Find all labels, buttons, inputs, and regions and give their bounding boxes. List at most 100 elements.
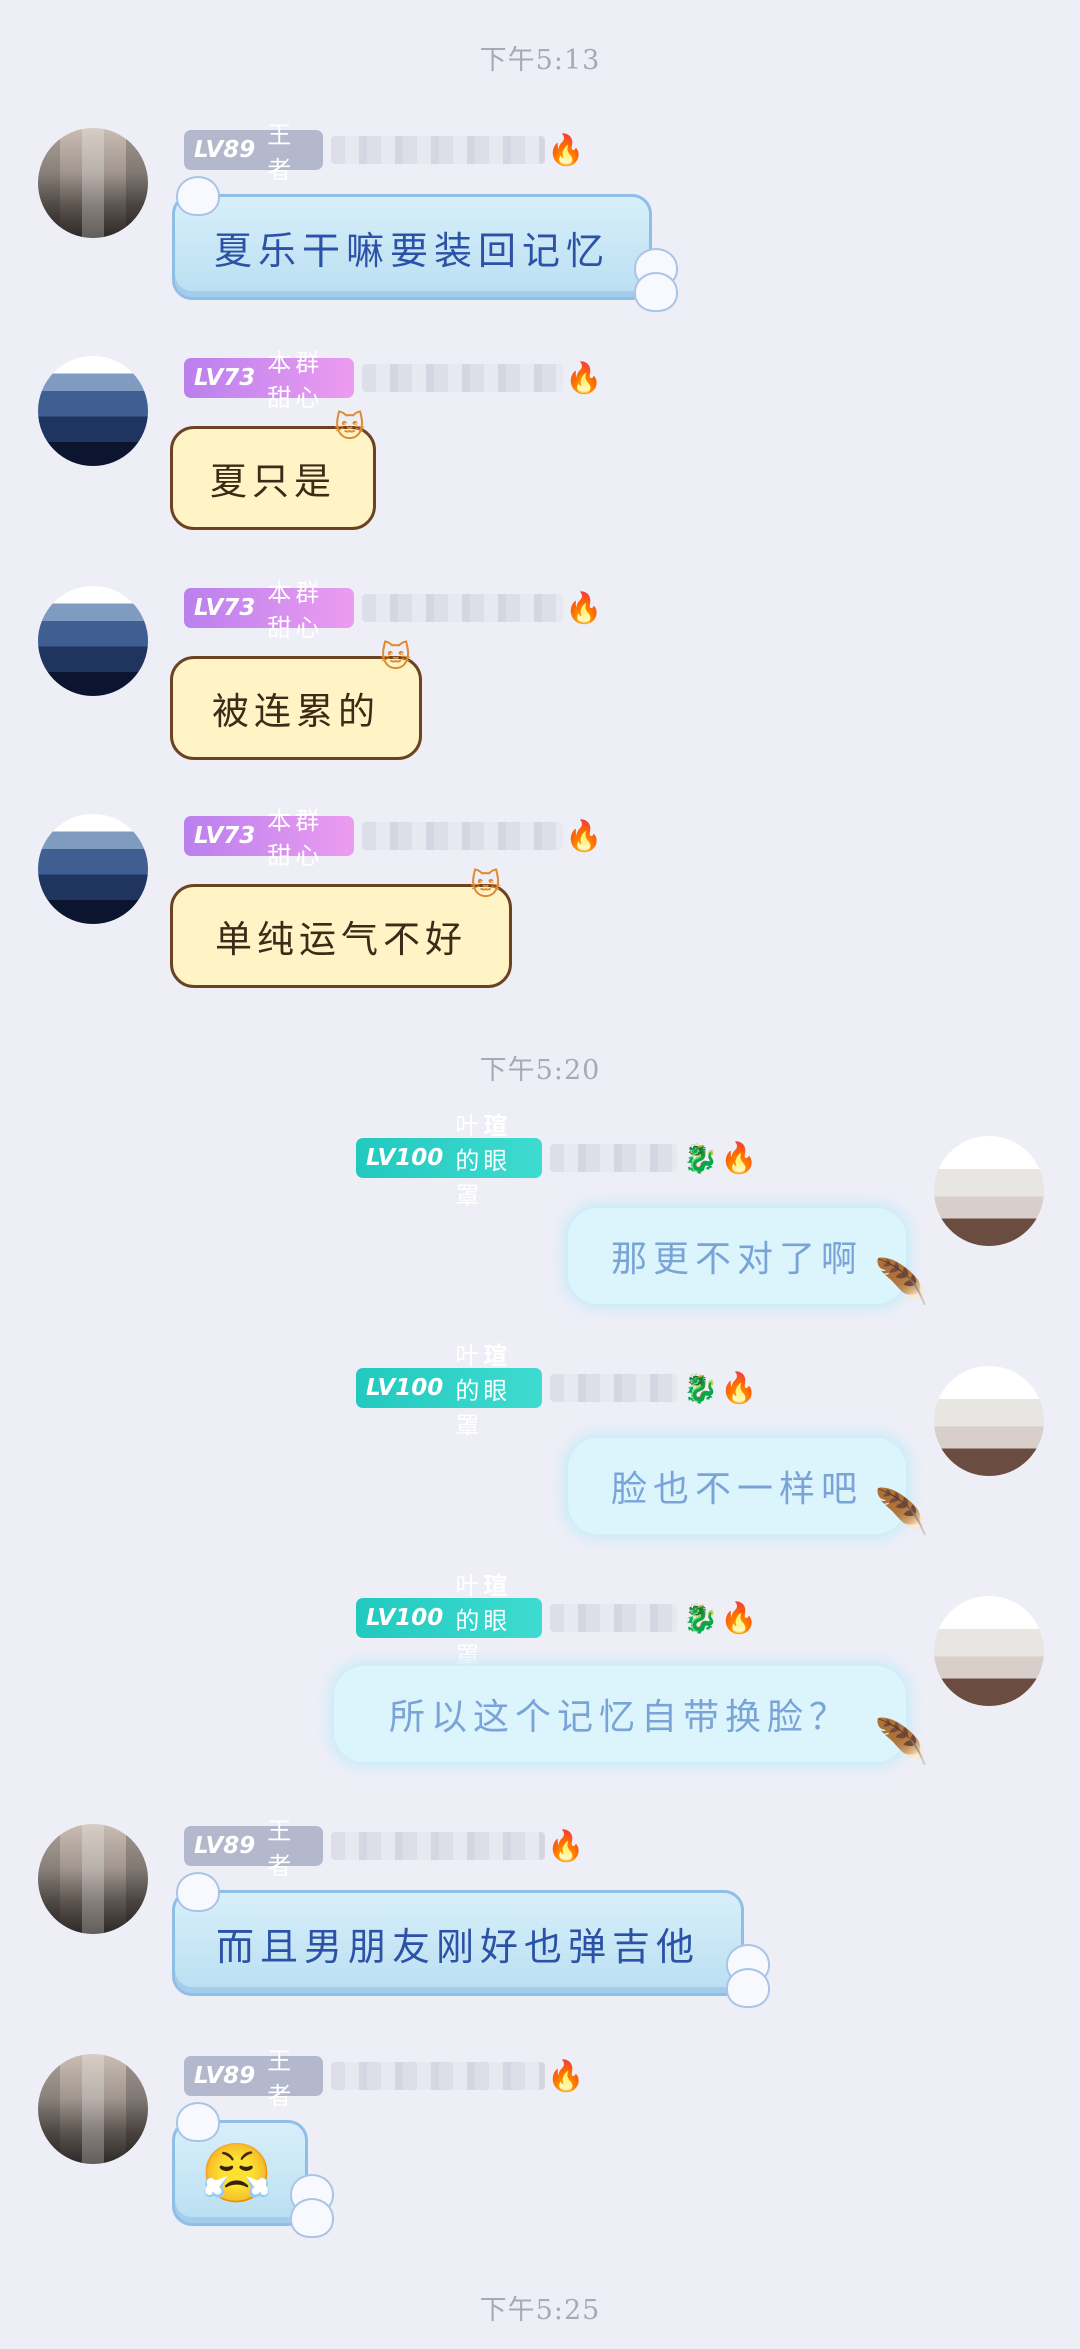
chat-view[interactable]: 下午5:13 LV89 王者 🔥 夏乐干嘛要装回记忆 LV73 本群甜心 🔥 夏… — [0, 0, 1080, 2349]
level-label: LV100 — [366, 1605, 444, 1631]
nickname-blurred[interactable] — [331, 1832, 546, 1860]
nickname-blurred[interactable] — [361, 594, 564, 622]
badge-title: 本群甜心 — [267, 349, 324, 412]
nickname-blurred[interactable] — [331, 2062, 546, 2090]
badge-title-part: 瑄 — [483, 1570, 512, 1600]
message-text: 单纯运气不好 — [215, 918, 467, 961]
badge-title-part: 叶 — [455, 1111, 484, 1140]
message-text: 脸也不一样吧 — [610, 1469, 863, 1510]
ghost-icon — [634, 272, 678, 312]
ghost-icon — [726, 1968, 770, 2008]
fire-icon: 🔥 — [720, 1600, 758, 1636]
level-label: LV73 — [194, 595, 256, 621]
badge-title: 王者 — [267, 1817, 296, 1880]
nickname-blurred[interactable] — [361, 822, 564, 850]
badge-title: 本群甜心 — [267, 807, 324, 870]
sender-meta: LV73 本群甜心 🔥 — [184, 579, 603, 642]
ghost-icon — [176, 176, 220, 216]
message-text: 所以这个记忆自带换脸？ — [388, 1697, 851, 1738]
level-badge[interactable]: LV73 本群甜心 — [184, 579, 354, 642]
avatar[interactable] — [38, 356, 148, 466]
nickname-blurred[interactable] — [361, 364, 564, 392]
avatar[interactable] — [38, 2054, 148, 2164]
sender-meta: LV73 本群甜心 🔥 — [184, 349, 603, 412]
badge-title: 王者 — [267, 121, 296, 184]
dragon-icon: 🐉 — [683, 1601, 719, 1635]
message-bubble[interactable]: 单纯运气不好 — [170, 884, 512, 988]
message-text: 夏乐干嘛要装回记忆 — [213, 228, 610, 273]
message-bubble[interactable]: 夏乐干嘛要装回记忆 — [172, 194, 652, 300]
feather-icon: 🪶 — [874, 1717, 929, 1768]
message-bubble[interactable]: 脸也不一样吧 — [568, 1438, 906, 1534]
feather-icon: 🪶 — [874, 1487, 929, 1538]
badge-title-part: 的眼罩 — [455, 1606, 512, 1670]
sender-meta: LV100 叶瑄的眼罩 🐉 🔥 — [356, 1571, 758, 1670]
level-badge[interactable]: LV100 叶瑄的眼罩 — [356, 1571, 542, 1670]
badge-title: 本群甜心 — [267, 579, 324, 642]
fire-icon: 🔥 — [547, 1828, 585, 1864]
fire-icon: 🔥 — [565, 818, 603, 854]
level-label: LV89 — [194, 2063, 256, 2089]
badge-title-part: 瑄 — [483, 1340, 512, 1370]
level-badge[interactable]: LV89 王者 — [184, 2047, 324, 2110]
level-label: LV89 — [194, 137, 256, 163]
level-badge[interactable]: LV89 王者 — [184, 121, 324, 184]
sender-meta: LV73 本群甜心 🔥 — [184, 807, 603, 870]
fire-icon: 🔥 — [547, 2058, 585, 2094]
badge-title-part: 叶 — [455, 1341, 484, 1370]
avatar[interactable] — [38, 1824, 148, 1934]
nickname-blurred[interactable] — [549, 1144, 678, 1172]
pouting-face-icon: 😤 — [200, 2138, 280, 2207]
avatar[interactable] — [934, 1366, 1044, 1476]
nickname-blurred[interactable] — [549, 1604, 678, 1632]
message-text: 那更不对了啊 — [610, 1239, 863, 1280]
cat-icon: 🐱 — [334, 410, 366, 445]
avatar[interactable] — [38, 586, 148, 696]
fire-icon: 🔥 — [720, 1140, 758, 1176]
cat-icon: 🐱 — [470, 868, 502, 903]
sender-meta: LV89 王者 🔥 — [184, 121, 585, 184]
badge-title-part: 叶 — [455, 1571, 484, 1600]
message-bubble[interactable]: 所以这个记忆自带换脸？ — [334, 1666, 906, 1762]
badge-title-part: 的眼罩 — [455, 1146, 512, 1210]
level-badge[interactable]: LV73 本群甜心 — [184, 807, 354, 870]
ghost-icon — [290, 2198, 334, 2238]
fire-icon: 🔥 — [720, 1370, 758, 1406]
level-label: LV100 — [366, 1145, 444, 1171]
message-bubble[interactable]: 而且男朋友刚好也弹吉他 — [172, 1890, 744, 1996]
level-badge[interactable]: LV89 王者 — [184, 1817, 324, 1880]
fire-icon: 🔥 — [547, 132, 585, 168]
avatar[interactable] — [38, 128, 148, 238]
avatar[interactable] — [38, 814, 148, 924]
ghost-icon — [176, 1872, 220, 1912]
sender-meta: LV89 王者 🔥 — [184, 2047, 585, 2110]
nickname-blurred[interactable] — [331, 136, 546, 164]
level-badge[interactable]: LV73 本群甜心 — [184, 349, 354, 412]
message-text: 而且男朋友刚好也弹吉他 — [215, 1924, 700, 1969]
level-badge[interactable]: LV100 叶瑄的眼罩 — [356, 1341, 542, 1440]
dragon-icon: 🐉 — [683, 1141, 719, 1175]
ghost-icon — [176, 2102, 220, 2142]
avatar[interactable] — [934, 1136, 1044, 1246]
feather-icon: 🪶 — [874, 1257, 929, 1308]
level-label: LV89 — [194, 1833, 256, 1859]
sender-meta: LV100 叶瑄的眼罩 🐉 🔥 — [356, 1341, 758, 1440]
message-text: 夏只是 — [210, 460, 336, 503]
message-bubble[interactable]: 那更不对了啊 — [568, 1208, 906, 1304]
dragon-icon: 🐉 — [683, 1371, 719, 1405]
badge-title-part: 瑄 — [483, 1110, 512, 1140]
timestamp: 下午5:25 — [479, 2295, 601, 2326]
sender-meta: LV100 叶瑄的眼罩 🐉 🔥 — [356, 1111, 758, 1210]
fire-icon: 🔥 — [565, 590, 603, 626]
cat-icon: 🐱 — [380, 640, 412, 675]
sender-meta: LV89 王者 🔥 — [184, 1817, 585, 1880]
level-label: LV73 — [194, 365, 256, 391]
level-badge[interactable]: LV100 叶瑄的眼罩 — [356, 1111, 542, 1210]
timestamp: 下午5:13 — [479, 45, 601, 76]
avatar[interactable] — [934, 1596, 1044, 1706]
badge-title: 王者 — [267, 2047, 296, 2110]
timestamp: 下午5:20 — [479, 1055, 601, 1086]
message-text: 被连累的 — [212, 690, 380, 733]
nickname-blurred[interactable] — [549, 1374, 678, 1402]
level-label: LV100 — [366, 1375, 444, 1401]
